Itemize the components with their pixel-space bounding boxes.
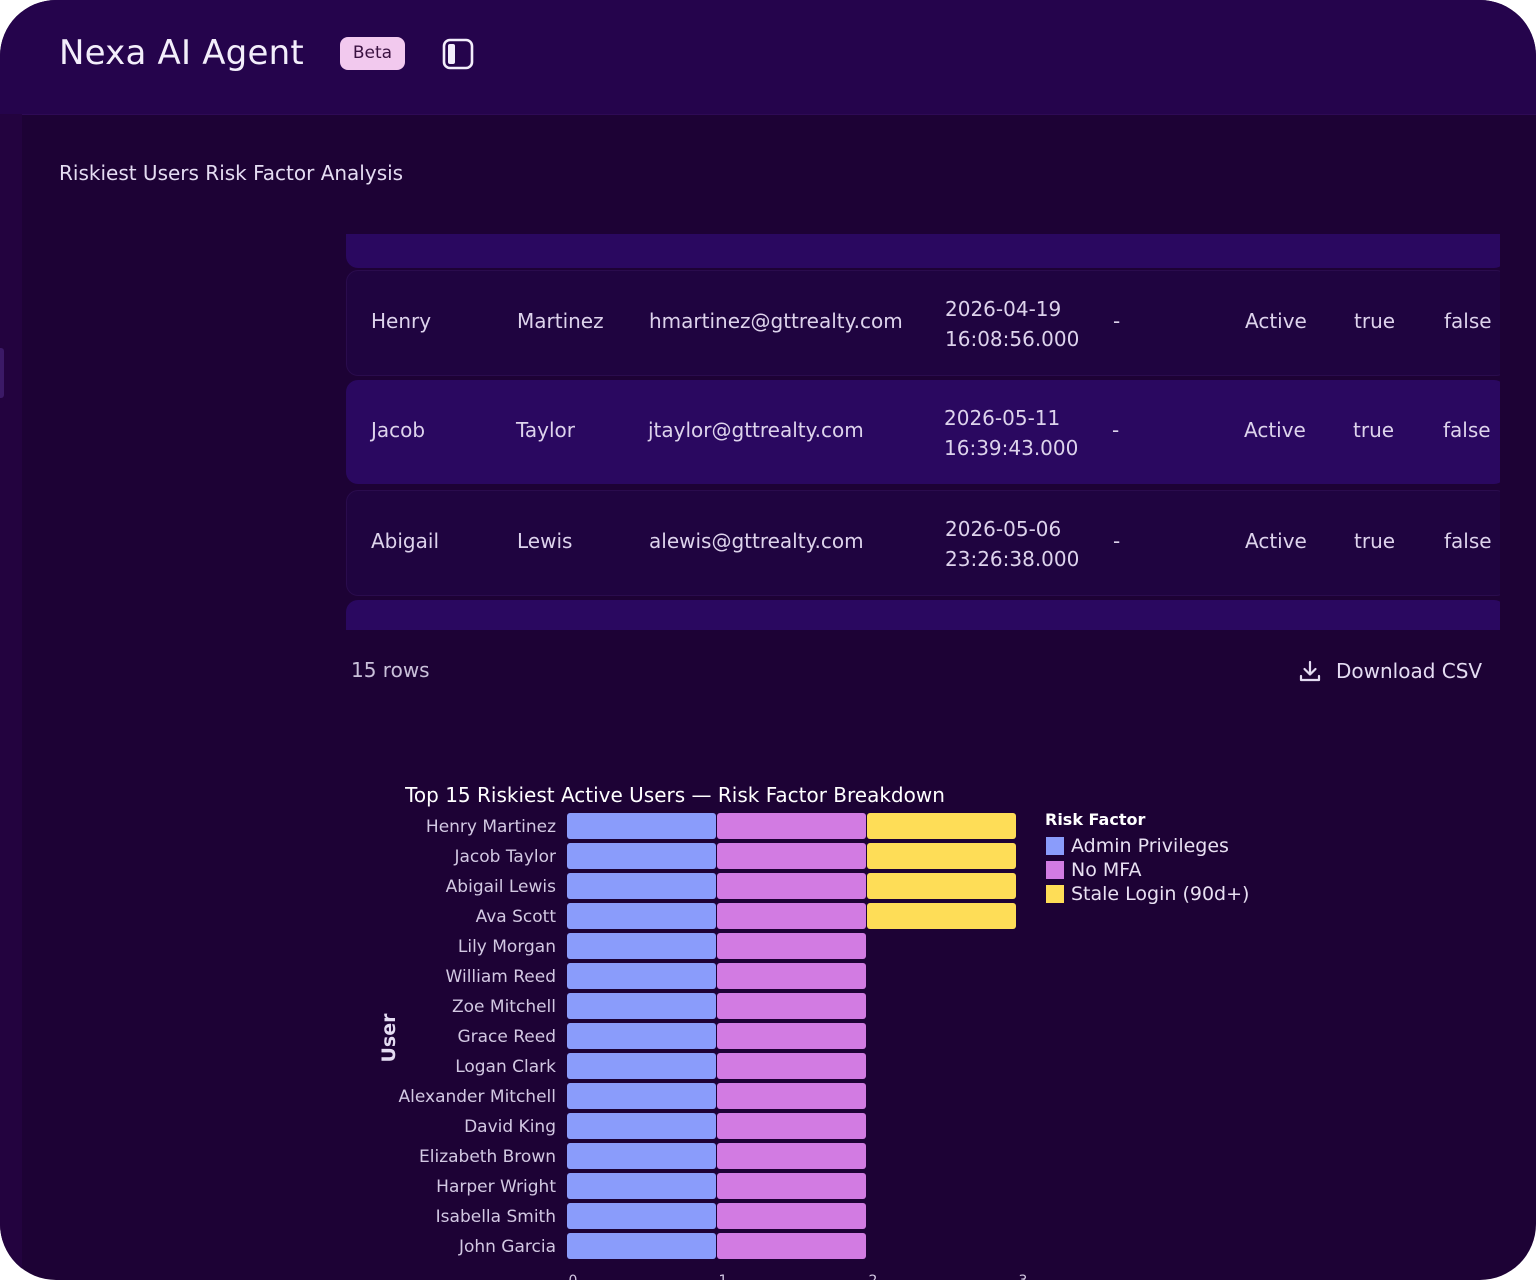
y-tick-label: John Garcia (458, 1237, 556, 1257)
bar-segment (717, 1143, 866, 1169)
x-tick-label: 1 (719, 1273, 728, 1280)
y-tick-label: Alexander Mitchell (399, 1087, 557, 1107)
y-tick-label: Isabella Smith (436, 1207, 556, 1227)
y-tick-label: Henry Martinez (426, 817, 556, 837)
x-tick-label: 0 (569, 1273, 578, 1280)
bar-segment (867, 873, 1016, 899)
legend-label: No MFA (1071, 859, 1141, 881)
y-tick-label: William Reed (446, 967, 556, 987)
x-tick-label: 2 (869, 1273, 878, 1280)
y-tick-label: David King (464, 1117, 556, 1137)
bar-segment (717, 873, 866, 899)
y-tick-label: Jacob Taylor (453, 847, 556, 867)
bar-segment (567, 933, 716, 959)
legend-swatch (1046, 885, 1064, 903)
bar-segment (717, 1203, 866, 1229)
bar-segment (567, 1113, 716, 1139)
x-tick-label: 3 (1019, 1273, 1028, 1280)
legend-label: Stale Login (90d+) (1071, 883, 1249, 905)
bar-segment (717, 903, 866, 929)
bar-segment (567, 813, 716, 839)
bar-segment (567, 1203, 716, 1229)
bar-segment (567, 873, 716, 899)
y-tick-label: Abigail Lewis (446, 877, 556, 897)
app-window: Nexa AI Agent Beta Riskiest Users Risk F… (0, 0, 1536, 1280)
bar-segment (717, 993, 866, 1019)
y-tick-label: Zoe Mitchell (452, 997, 556, 1017)
bar-segment (717, 963, 866, 989)
y-tick-label: Lily Morgan (458, 937, 556, 957)
bar-segment (567, 903, 716, 929)
bar-segment (717, 1173, 866, 1199)
legend-label: Admin Privileges (1071, 835, 1229, 857)
bar-segment (567, 1023, 716, 1049)
y-tick-label: Ava Scott (476, 907, 557, 927)
bar-segment (717, 813, 866, 839)
legend-swatch (1046, 837, 1064, 855)
bar-segment (567, 843, 716, 869)
y-tick-label: Harper Wright (436, 1177, 556, 1197)
bar-segment (717, 1053, 866, 1079)
bar-segment (717, 1233, 866, 1259)
bar-segment (567, 1083, 716, 1109)
y-axis-label: User (378, 1013, 400, 1063)
bar-segment (717, 933, 866, 959)
bar-segment (567, 1173, 716, 1199)
chart-title: Top 15 Riskiest Active Users — Risk Fact… (404, 783, 945, 807)
legend-swatch (1046, 861, 1064, 879)
bar-segment (567, 993, 716, 1019)
bar-segment (867, 903, 1016, 929)
y-tick-label: Logan Clark (455, 1057, 556, 1077)
legend-title: Risk Factor (1045, 810, 1145, 829)
y-tick-label: Grace Reed (457, 1027, 556, 1047)
bar-segment (717, 1113, 866, 1139)
bar-segment (867, 813, 1016, 839)
bar-segment (867, 843, 1016, 869)
risk-factor-chart: Top 15 Riskiest Active Users — Risk Fact… (378, 783, 1249, 1280)
y-tick-label: Elizabeth Brown (419, 1147, 556, 1167)
bar-segment (717, 1083, 866, 1109)
bar-segment (567, 1143, 716, 1169)
bar-segment (567, 1233, 716, 1259)
bar-segment (717, 843, 866, 869)
bar-segment (567, 1053, 716, 1079)
bar-segment (717, 1023, 866, 1049)
bar-segment (567, 963, 716, 989)
